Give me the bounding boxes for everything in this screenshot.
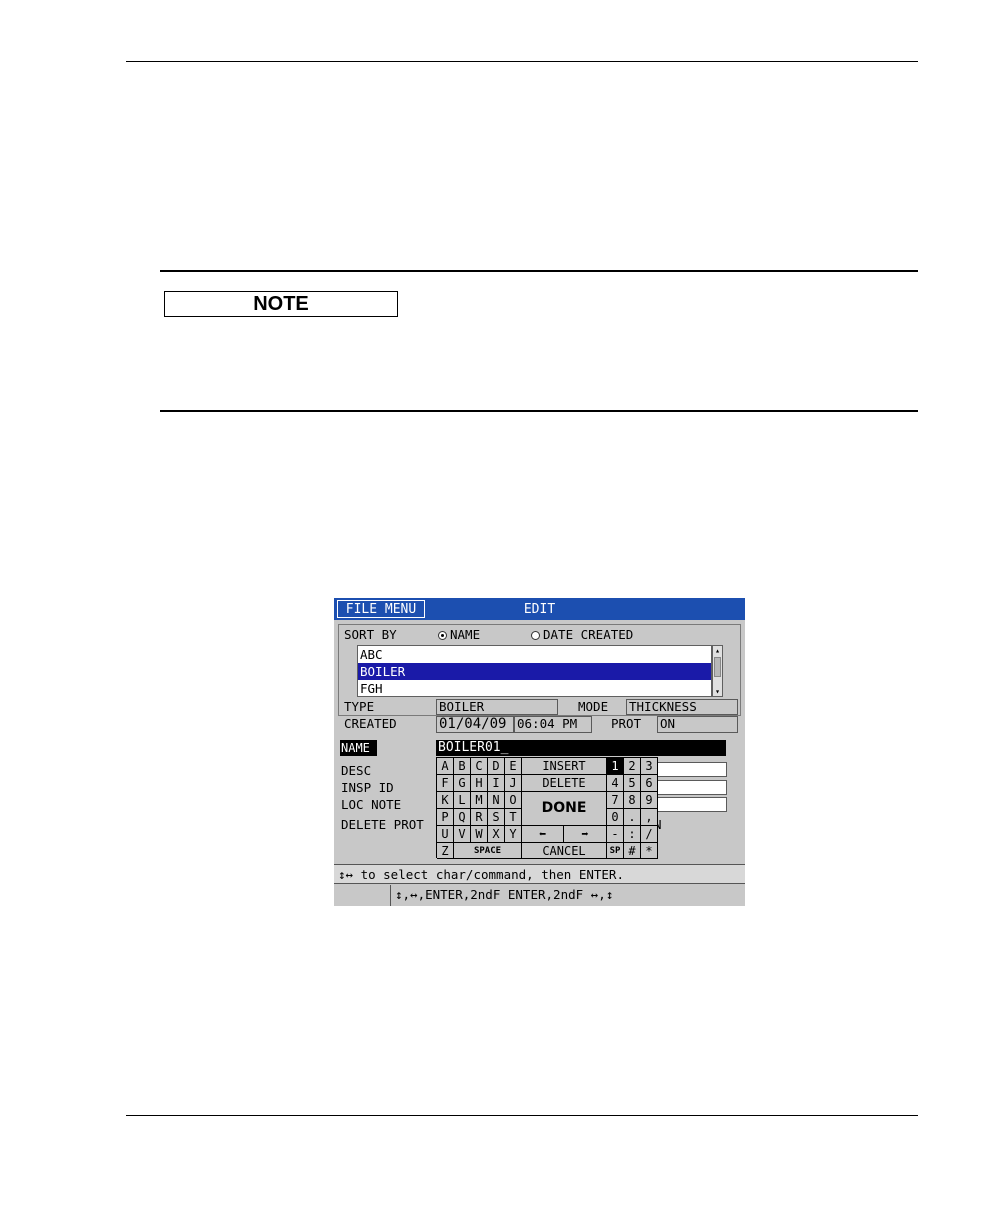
created-date: 01/04/09 [436, 716, 514, 733]
key-w[interactable]: W [471, 826, 488, 843]
key-p[interactable]: P [437, 809, 454, 826]
help-bar: ↕↔ to select char/command, then ENTER. [334, 864, 745, 884]
key-3[interactable]: 3 [641, 758, 658, 775]
note-label: NOTE [164, 291, 398, 317]
prot-value: ON [657, 716, 738, 733]
footer-rule [126, 1115, 918, 1116]
name-label: NAME [340, 740, 377, 756]
mode-value: THICKNESS [626, 699, 738, 715]
loc-note-field[interactable] [656, 797, 727, 812]
loc-note-label: LOC NOTE [341, 797, 402, 812]
key-d[interactable]: D [488, 758, 505, 775]
scroll-thumb[interactable] [714, 657, 721, 677]
key-r[interactable]: R [471, 809, 488, 826]
key-period[interactable]: . [624, 809, 641, 826]
scroll-up-icon[interactable]: ▴ [713, 646, 722, 655]
key-7[interactable]: 7 [607, 792, 624, 809]
created-label: CREATED [344, 716, 397, 731]
key-minus[interactable]: - [607, 826, 624, 843]
key-n[interactable]: N [488, 792, 505, 809]
key-9[interactable]: 9 [641, 792, 658, 809]
cancel-key[interactable]: CANCEL [522, 843, 607, 859]
key-e[interactable]: E [505, 758, 522, 775]
key-v[interactable]: V [454, 826, 471, 843]
insp-id-label: INSP ID [341, 780, 394, 795]
file-menu-tab[interactable]: FILE MENU [337, 600, 425, 618]
key-hash[interactable]: # [624, 843, 641, 859]
key-x[interactable]: X [488, 826, 505, 843]
key-6[interactable]: 6 [641, 775, 658, 792]
done-key[interactable]: DONE [522, 792, 607, 826]
key-5[interactable]: 5 [624, 775, 641, 792]
file-list: ABC BOILER FGH [357, 645, 712, 697]
key-z[interactable]: Z [437, 843, 454, 859]
key-t[interactable]: T [505, 809, 522, 826]
note-bottom-rule [160, 410, 918, 412]
delete-key[interactable]: DELETE [522, 775, 607, 792]
type-label: TYPE [344, 699, 375, 714]
header-rule [126, 61, 918, 62]
name-input[interactable]: BOILER01_ [436, 740, 726, 756]
insert-key[interactable]: INSERT [522, 758, 607, 775]
key-2[interactable]: 2 [624, 758, 641, 775]
key-m[interactable]: M [471, 792, 488, 809]
list-item[interactable]: ABC [358, 646, 711, 663]
key-i[interactable]: I [488, 775, 505, 792]
key-comma[interactable]: , [641, 809, 658, 826]
desc-label: DESC [341, 763, 372, 778]
key-4[interactable]: 4 [607, 775, 624, 792]
key-asterisk[interactable]: * [641, 843, 658, 859]
key-g[interactable]: G [454, 775, 471, 792]
key-h[interactable]: H [471, 775, 488, 792]
scroll-down-icon[interactable]: ▾ [713, 687, 722, 696]
sort-by-label: SORT BY [344, 627, 397, 642]
list-scrollbar[interactable]: ▴ ▾ [712, 645, 723, 697]
created-time: 06:04 PM [514, 716, 592, 733]
list-item-selected[interactable]: BOILER [358, 663, 711, 680]
key-slash[interactable]: / [641, 826, 658, 843]
key-u[interactable]: U [437, 826, 454, 843]
key-bar-text: ↕,↔,ENTER,2ndF ENTER,2ndF ↔,↕ [390, 885, 745, 906]
insp-id-field[interactable] [656, 780, 727, 795]
desc-field[interactable] [656, 762, 727, 777]
prot-label: PROT [611, 716, 642, 731]
key-o[interactable]: O [505, 792, 522, 809]
key-b[interactable]: B [454, 758, 471, 775]
note-top-rule [160, 270, 918, 272]
key-1[interactable]: 1 [607, 758, 624, 775]
space-key[interactable]: SPACE [454, 843, 522, 859]
key-a[interactable]: A [437, 758, 454, 775]
key-j[interactable]: J [505, 775, 522, 792]
key-l[interactable]: L [454, 792, 471, 809]
key-q[interactable]: Q [454, 809, 471, 826]
device-screen: FILE MENU EDIT SORT BY NAME DATE CREATED… [334, 598, 745, 906]
screen-title: EDIT [523, 601, 556, 617]
key-y[interactable]: Y [505, 826, 522, 843]
key-colon[interactable]: : [624, 826, 641, 843]
sort-name-radio[interactable]: NAME [438, 627, 480, 643]
key-c[interactable]: C [471, 758, 488, 775]
key-f[interactable]: F [437, 775, 454, 792]
list-item[interactable]: FGH [358, 680, 711, 697]
radio-empty-icon [531, 630, 540, 640]
radio-selected-icon [438, 630, 447, 640]
sort-name-label: NAME [450, 627, 481, 642]
on-screen-keyboard: A B C D E F G H I J K L M N O P Q R S T … [436, 757, 658, 859]
type-value: BOILER [436, 699, 558, 715]
key-sp[interactable]: SP [607, 843, 624, 859]
key-0[interactable]: 0 [607, 809, 624, 826]
mode-label: MODE [578, 699, 609, 714]
key-8[interactable]: 8 [624, 792, 641, 809]
sort-date-radio[interactable]: DATE CREATED [531, 627, 633, 643]
left-arrow-icon[interactable]: ⬅ [522, 826, 564, 843]
right-arrow-icon[interactable]: ➡ [564, 826, 607, 843]
key-k[interactable]: K [437, 792, 454, 809]
key-s[interactable]: S [488, 809, 505, 826]
delete-prot-label: DELETE PROT [341, 817, 424, 832]
sort-date-label: DATE CREATED [543, 627, 634, 642]
